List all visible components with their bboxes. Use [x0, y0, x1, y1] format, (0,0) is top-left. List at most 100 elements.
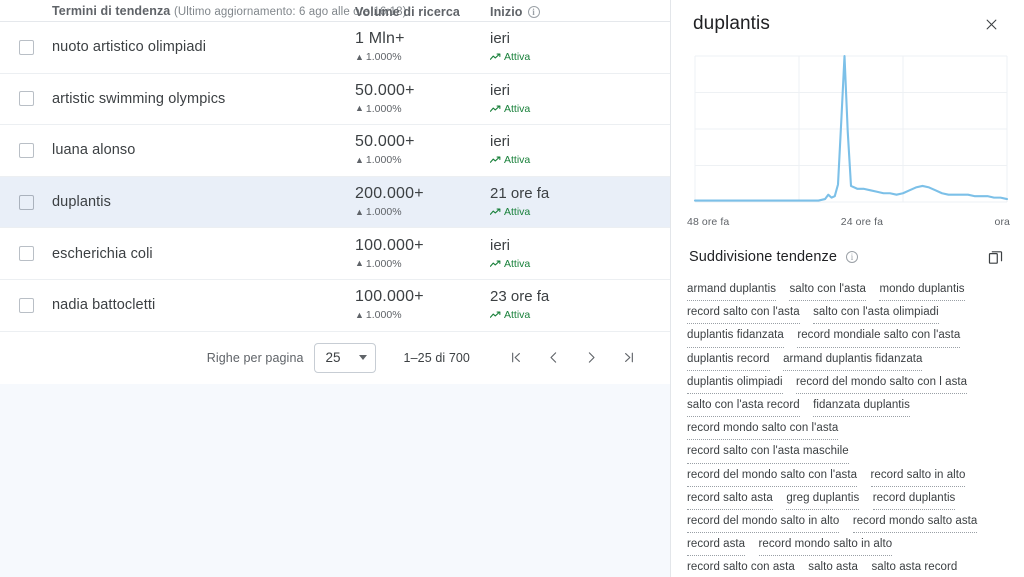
trends-app: Termini di tendenza (Ultimo aggiornament…: [0, 0, 1024, 577]
arrow-up-icon: ▲: [355, 51, 364, 62]
breakdown-keyword[interactable]: duplantis fidanzata: [687, 326, 784, 348]
column-header-volume[interactable]: Volume di ricerca: [355, 5, 490, 19]
row-term[interactable]: nuoto artistico olimpiadi: [52, 39, 355, 55]
rows-per-page-value: 25: [325, 350, 341, 366]
row-term[interactable]: luana alonso: [52, 142, 355, 158]
column-header-start[interactable]: Inizio i: [490, 5, 610, 19]
breakdown-keyword[interactable]: record mondiale salto con l'asta: [797, 326, 961, 348]
row-start-cell: 23 ore fa Attiva: [490, 288, 610, 322]
row-term[interactable]: duplantis: [52, 194, 355, 210]
info-icon[interactable]: i: [527, 6, 540, 18]
next-page-button[interactable]: [572, 339, 610, 377]
breakdown-keyword[interactable]: mondo duplantis: [879, 280, 965, 302]
trend-chart-svg: [693, 54, 1009, 203]
table-row[interactable]: luana alonso 50.000+ ▲ 1.000% ieri Attiva: [0, 125, 670, 177]
row-checkbox[interactable]: [18, 91, 34, 107]
trending-up-icon: [490, 260, 501, 267]
row-checkbox-cell[interactable]: [0, 91, 52, 107]
breakdown-keyword[interactable]: greg duplantis: [786, 489, 860, 511]
breakdown-keyword[interactable]: salto con l'asta: [789, 280, 866, 302]
breakdown-keyword[interactable]: record salto con asta: [687, 558, 795, 577]
previous-page-button[interactable]: [534, 339, 572, 377]
trending-up-icon: [490, 311, 501, 319]
table-row[interactable]: nuoto artistico olimpiadi 1 Mln+ ▲ 1.000% ie…: [0, 22, 670, 74]
breakdown-keyword[interactable]: salto con l'asta olimpiadi: [813, 303, 939, 325]
row-term[interactable]: escherichia coli: [52, 246, 355, 262]
row-checkbox-cell[interactable]: [0, 297, 52, 313]
breakdown-keyword[interactable]: duplantis olimpiadi: [687, 373, 783, 395]
table-row[interactable]: escherichia coli 100.000+ ▲ 1.000% ieri Attiv…: [0, 228, 670, 280]
row-volume-cell: 100.000+ ▲ 1.000%: [355, 288, 490, 322]
breakdown-title: Suddivisione tendenze: [689, 249, 838, 265]
trending-up-icon: [490, 156, 501, 164]
row-term[interactable]: artistic swimming olympics: [52, 91, 355, 107]
row-checkbox[interactable]: [18, 39, 34, 55]
breakdown-keyword-list: armand duplantis salto con l'asta mondo …: [671, 268, 1024, 577]
rows-per-page-select[interactable]: 25: [313, 342, 376, 373]
breakdown-keyword[interactable]: record salto con l'asta maschile: [687, 442, 849, 464]
breakdown-keyword[interactable]: record del mondo salto con l asta: [796, 373, 968, 395]
breakdown-keyword[interactable]: record salto in alto: [870, 466, 966, 487]
row-term[interactable]: nadia battocletti: [52, 297, 355, 313]
row-checkbox[interactable]: [18, 194, 34, 210]
chart-x-axis: 48 ore fa 24 ore fa ora: [671, 213, 1024, 228]
column-header-terms-label: Termini di tendenza: [52, 4, 171, 18]
first-page-button[interactable]: [496, 339, 534, 377]
trend-chart: [671, 40, 1024, 213]
column-header-terms[interactable]: Termini di tendenza (Ultimo aggiornament…: [0, 4, 406, 19]
breakdown-keyword[interactable]: record mondo salto in alto: [758, 535, 893, 557]
status-badge: Attiva: [490, 102, 610, 116]
row-start-cell: ieri Attiva: [490, 237, 610, 271]
row-start-cell: ieri Attiva: [490, 30, 610, 64]
breakdown-keyword[interactable]: record duplantis: [872, 489, 956, 511]
row-start-cell: ieri Attiva: [490, 133, 610, 167]
last-page-icon: [624, 352, 633, 363]
row-checkbox-cell[interactable]: [0, 194, 52, 210]
row-checkbox[interactable]: [18, 297, 34, 313]
column-header-start-label: Inizio: [490, 5, 523, 19]
row-volume-cell: 50.000+ ▲ 1.000%: [355, 133, 490, 167]
trends-table-pane: Termini di tendenza (Ultimo aggiornament…: [0, 0, 670, 577]
row-checkbox-cell[interactable]: [0, 142, 52, 158]
breakdown-keyword[interactable]: record salto con l'asta: [687, 303, 800, 325]
row-volume-delta-value: 1.000%: [365, 309, 402, 322]
breakdown-keyword[interactable]: armand duplantis: [687, 280, 777, 302]
row-volume-delta: ▲ 1.000%: [355, 50, 490, 64]
breakdown-keyword[interactable]: salto con l'asta record: [687, 396, 800, 418]
breakdown-keyword[interactable]: salto asta: [808, 558, 858, 577]
row-start-value: 23 ore fa: [490, 288, 550, 306]
row-checkbox[interactable]: [18, 246, 34, 262]
row-checkbox[interactable]: [18, 142, 34, 158]
row-volume-delta-value: 1.000%: [365, 154, 402, 167]
breakdown-keyword[interactable]: record mondo salto asta: [852, 512, 978, 534]
status-badge-label: Attiva: [504, 51, 531, 64]
breakdown-keyword[interactable]: record salto asta: [687, 489, 773, 511]
table-header-row: Termini di tendenza (Ultimo aggiornament…: [0, 0, 670, 22]
breakdown-keyword[interactable]: armand duplantis fidanzata: [783, 350, 923, 371]
table-row[interactable]: nadia battocletti 100.000+ ▲ 1.000% 23 ore f…: [0, 279, 670, 332]
row-start-value: ieri: [490, 133, 511, 151]
row-start-value: ieri: [490, 30, 511, 48]
row-volume-cell: 50.000+ ▲ 1.000%: [355, 82, 490, 116]
status-badge-label: Attiva: [504, 102, 531, 115]
copy-icon[interactable]: [984, 246, 1006, 268]
table-row[interactable]: duplantis 200.000+ ▲ 1.000% 21 ore fa Attiva: [0, 176, 670, 229]
breakdown-keyword[interactable]: record del mondo salto con l'asta: [687, 466, 858, 487]
breakdown-keyword[interactable]: fidanzata duplantis: [813, 396, 910, 418]
close-icon[interactable]: [980, 13, 1002, 35]
status-badge: Attiva: [490, 257, 610, 271]
arrow-up-icon: ▲: [355, 309, 364, 320]
breakdown-keyword[interactable]: salto asta record: [871, 558, 957, 577]
row-start-cell: 21 ore fa Attiva: [490, 185, 610, 219]
breakdown-keyword[interactable]: record del mondo salto in alto: [687, 512, 840, 534]
row-checkbox-cell[interactable]: [0, 39, 52, 55]
table-row[interactable]: artistic swimming olympics 50.000+ ▲ 1.000%…: [0, 73, 670, 126]
row-checkbox-cell[interactable]: [0, 246, 52, 262]
breakdown-keyword[interactable]: duplantis record: [687, 350, 770, 371]
last-page-button[interactable]: [610, 339, 648, 377]
info-icon[interactable]: i: [846, 251, 859, 263]
breakdown-keyword[interactable]: record mondo salto con l'asta: [687, 419, 839, 441]
x-tick-label-start: 48 ore fa: [687, 216, 730, 228]
breakdown-keyword[interactable]: record asta: [687, 535, 746, 557]
arrow-up-icon: ▲: [355, 103, 364, 114]
